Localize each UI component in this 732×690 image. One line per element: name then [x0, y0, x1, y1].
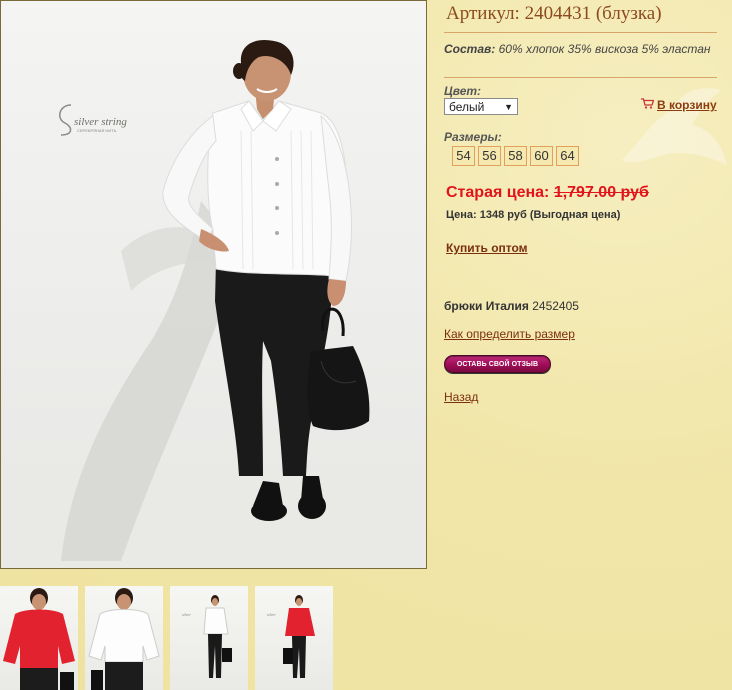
thumbnail-white-blouse-full[interactable]: silver — [170, 586, 248, 690]
svg-text:silver string: silver string — [74, 116, 127, 128]
size-guide-link[interactable]: Как определить размер — [444, 327, 575, 341]
old-price: Старая цена: 1,797.00 руб — [446, 184, 649, 202]
triangle-down-icon: ▼ — [504, 102, 513, 112]
size-option[interactable]: 60 — [530, 146, 553, 166]
thumbnail-red-blouse[interactable] — [0, 586, 78, 690]
buy-wholesale-link[interactable]: Купить оптом — [446, 241, 528, 255]
composition-label: Состав: — [444, 42, 496, 56]
related-product[interactable]: брюки Италия 2452405 — [444, 299, 579, 313]
product-title: Артикул: 2404431 (блузка) — [446, 3, 662, 24]
svg-text:silver: silver — [182, 612, 191, 617]
thumbnail-red-blouse-full[interactable]: silver — [255, 586, 333, 690]
thumb-image: silver — [182, 595, 232, 678]
size-option[interactable]: 58 — [504, 146, 527, 166]
dove-decoration — [622, 88, 727, 165]
thumb-image — [88, 588, 160, 690]
add-to-cart-label: В корзину — [657, 98, 717, 112]
composition: Состав: 60% хлопок 35% вискоза 5% эласта… — [444, 42, 711, 56]
related-product-code: 2452405 — [528, 299, 579, 313]
main-product-photo[interactable]: silver string СЕРЕБРЯНАЯ НИТЬ — [0, 0, 427, 569]
sizes-label: Размеры: — [444, 130, 502, 144]
svg-text:СЕРЕБРЯНАЯ НИТЬ: СЕРЕБРЯНАЯ НИТЬ — [77, 128, 117, 133]
svg-text:silver: silver — [267, 612, 276, 617]
brand-logo: silver string СЕРЕБРЯНАЯ НИТЬ — [59, 104, 127, 136]
color-select-value: белый — [449, 100, 485, 114]
size-option[interactable]: 54 — [452, 146, 475, 166]
color-label: Цвет: — [444, 84, 482, 98]
current-price: Цена: 1348 руб (Выгодная цена) — [446, 209, 621, 221]
shopping-cart-icon — [641, 98, 655, 112]
leave-review-button[interactable]: ОСТАВЬ СВОЙ ОТЗЫВ — [444, 355, 551, 373]
old-price-value: 1,797.00 руб — [553, 184, 649, 201]
divider — [444, 77, 717, 78]
composition-value: 60% хлопок 35% вискоза 5% эластан — [495, 42, 711, 56]
thumb-image — [3, 588, 75, 690]
thumbnail-white-blouse[interactable] — [85, 586, 163, 690]
divider — [444, 32, 717, 33]
thumb-image: silver — [267, 595, 315, 678]
back-link[interactable]: Назад — [444, 390, 478, 404]
related-product-name: брюки Италия — [444, 299, 529, 313]
old-price-label: Старая цена: — [446, 184, 554, 201]
size-option[interactable]: 64 — [556, 146, 579, 166]
model-photo: silver string СЕРЕБРЯНАЯ НИТЬ — [1, 40, 426, 568]
size-option[interactable]: 56 — [478, 146, 501, 166]
color-select[interactable]: белый ▼ — [444, 98, 518, 115]
add-to-cart-link[interactable]: В корзину — [641, 98, 717, 112]
